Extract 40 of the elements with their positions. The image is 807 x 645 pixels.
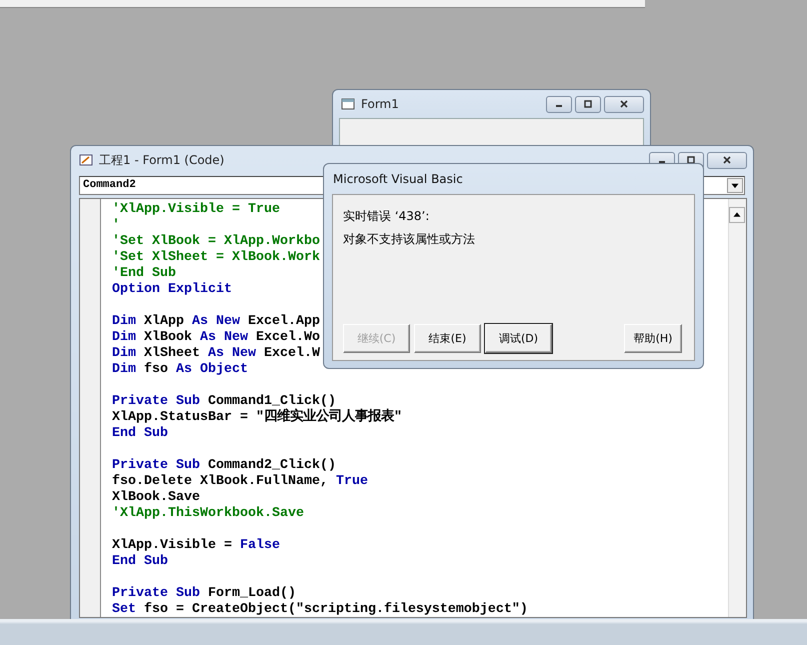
dialog-button[interactable]: 帮助(H): [624, 324, 682, 353]
code-line: Option Explicit: [112, 282, 232, 298]
code-line: 'XlApp.ThisWorkbook.Save: [112, 506, 304, 522]
vertical-scrollbar[interactable]: [728, 199, 746, 617]
error-message: 实时错误 ‘438’:: [343, 208, 430, 224]
code-line: XlBook.Save: [112, 490, 200, 506]
code-line: Dim XlApp As New Excel.App: [112, 314, 320, 330]
code-line: Private Sub Command1_Click(): [112, 394, 336, 409]
code-line: End Sub: [112, 554, 168, 570]
code-line: fso.Delete XlBook.FullName, True: [112, 474, 368, 490]
code-line: 'XlApp.Visible = True: [112, 202, 280, 218]
dialog-button[interactable]: 调试(D): [485, 324, 552, 353]
code-line: ': [112, 218, 120, 234]
maximize-button[interactable]: [575, 96, 601, 112]
code-line: 'End Sub: [112, 266, 176, 282]
code-line: Dim fso As Object: [112, 362, 248, 378]
code-line: Dim XlBook As New Excel.Wo: [112, 330, 320, 346]
code-line: End Sub: [112, 426, 168, 442]
close-icon: [722, 155, 732, 165]
code-line: 'Set XlBook = XlApp.Workbo: [112, 234, 320, 250]
scroll-up-icon[interactable]: [729, 207, 745, 223]
window-title: 工程1 - Form1 (Code): [99, 152, 224, 168]
window-title: Form1: [361, 97, 399, 111]
code-line: XlApp.Visible = False: [112, 538, 280, 554]
error-message: 对象不支持该属性或方法: [343, 231, 476, 247]
code-line: XlApp.StatusBar = "四维实业公司人事报表": [112, 410, 402, 426]
maximize-icon: [686, 155, 696, 165]
close-button[interactable]: [707, 152, 747, 168]
code-line: Private Sub Form_Load(): [112, 586, 296, 602]
close-icon: [619, 99, 629, 109]
code-window-icon: [79, 154, 93, 166]
form-icon: [341, 98, 355, 110]
code-line: Private Sub Command2_Click(): [112, 458, 336, 474]
code-line: Dim XlSheet As New Excel.W: [112, 346, 320, 362]
maximize-icon: [583, 99, 593, 109]
code-line: Set fso = CreateObject("scripting.filesystemobject"): [112, 602, 528, 618]
code-line: 'Set XlSheet = XlBook.Work: [112, 250, 320, 266]
close-button[interactable]: [604, 96, 644, 112]
dialog-button[interactable]: 结束(E): [414, 324, 481, 353]
minimize-button[interactable]: [546, 96, 572, 112]
